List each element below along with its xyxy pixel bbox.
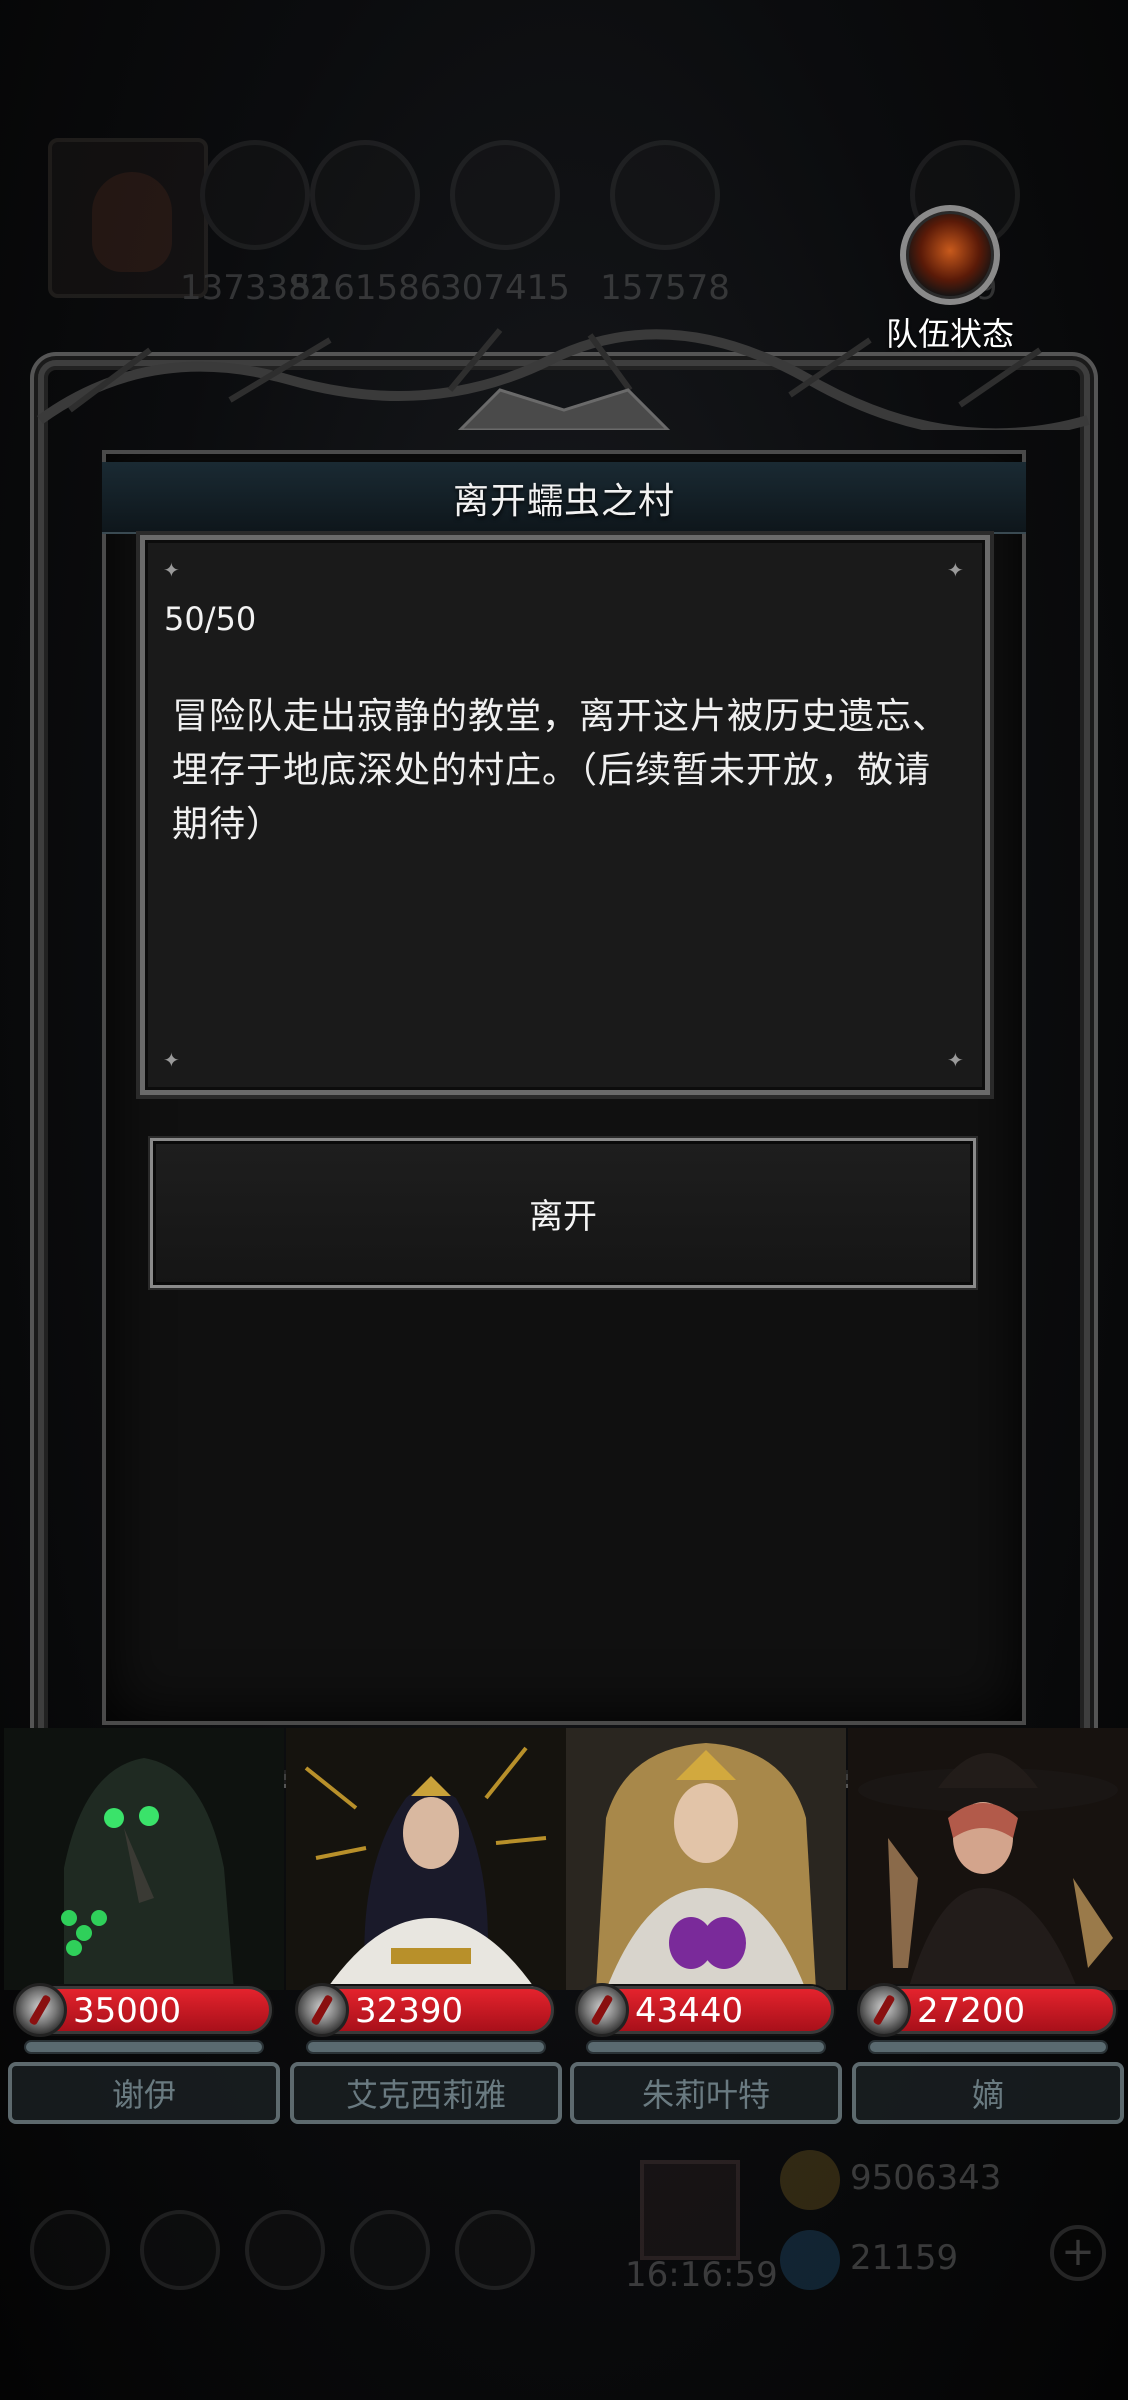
avatar-face xyxy=(92,172,172,272)
bottom-menu-bar: 16:16:59 9506343 21159 + xyxy=(0,2130,1128,2330)
sword-icon xyxy=(295,1983,349,2037)
story-text: 冒险队走出寂静的教堂，离开这片被历史遗忘、埋存于地底深处的村庄。（后续暂未开放，… xyxy=(172,696,950,845)
hp-value: 27200 xyxy=(917,1991,1026,2031)
story-progress: 50/50 xyxy=(164,600,257,638)
sparkle-icon: ✦ xyxy=(947,558,964,582)
dialog-title: 离开蠕虫之村 xyxy=(452,481,675,522)
energy-bar xyxy=(868,2040,1108,2054)
resource-value: 157578 xyxy=(600,268,730,308)
hero-card[interactable]: 27200 嫡 xyxy=(848,1728,1128,2128)
hero-portrait xyxy=(286,1728,566,1990)
hero-name: 艾克西莉雅 xyxy=(290,2062,562,2124)
thorn-ornament xyxy=(37,328,1090,430)
hero-card[interactable]: 35000 谢伊 xyxy=(4,1728,284,2128)
menu-icon[interactable] xyxy=(350,2210,430,2290)
hp-bar: 32390 xyxy=(295,1983,554,2037)
hp-value: 35000 xyxy=(73,1991,182,2031)
hero-card[interactable]: 43440 朱莉叶特 xyxy=(566,1728,846,2128)
energy-bar xyxy=(306,2040,546,2054)
hp-bar: 43440 xyxy=(575,1983,834,2037)
sword-icon xyxy=(857,1983,911,2037)
sparkle-icon: ✦ xyxy=(947,1048,964,1072)
resource-orb-icon xyxy=(610,140,720,250)
resource-value: 307415 xyxy=(440,268,570,308)
gem-icon xyxy=(780,2230,840,2290)
hero-card[interactable]: 32390 艾克西莉雅 xyxy=(286,1728,566,2128)
hp-bar: 27200 xyxy=(857,1983,1116,2037)
coin-icon xyxy=(780,2150,840,2210)
hero-roster: 35000 谢伊 32390 艾克西莉雅 43440 朱莉叶特 27200 嫡 xyxy=(0,1728,1128,2128)
hero-portrait xyxy=(848,1728,1128,1990)
menu-icon[interactable] xyxy=(140,2210,220,2290)
menu-icon[interactable] xyxy=(455,2210,535,2290)
hero-name: 嫡 xyxy=(852,2062,1124,2124)
sword-icon xyxy=(13,1983,67,2037)
hero-name: 谢伊 xyxy=(8,2062,280,2124)
sparkle-icon: ✦ xyxy=(163,1048,180,1072)
hero-portrait xyxy=(566,1728,846,1990)
resource-slot: 307415 xyxy=(430,140,580,308)
gift-icon[interactable] xyxy=(640,2160,740,2260)
energy-bar xyxy=(586,2040,826,2054)
hero-portrait xyxy=(4,1728,284,1990)
hp-bar: 35000 xyxy=(13,1983,272,2037)
resource-orb-icon xyxy=(310,140,420,250)
menu-icon[interactable] xyxy=(245,2210,325,2290)
hp-value: 43440 xyxy=(635,1991,744,2031)
gem-count: 21159 xyxy=(850,2238,959,2278)
hero-name: 朱莉叶特 xyxy=(570,2062,842,2124)
resource-slot: 157578 xyxy=(590,140,740,308)
energy-bar xyxy=(24,2040,264,2054)
resource-value: 5161586 xyxy=(290,268,442,308)
coin-count: 9506343 xyxy=(850,2158,1002,2198)
sparkle-icon: ✦ xyxy=(163,558,180,582)
resource-slot: 5161586 xyxy=(290,140,442,308)
leave-button[interactable]: 离开 xyxy=(150,1138,976,1288)
hp-value: 32390 xyxy=(355,1991,464,2031)
sword-icon xyxy=(575,1983,629,2037)
team-status-icon xyxy=(900,205,1000,305)
gift-timer: 16:16:59 xyxy=(625,2255,778,2295)
add-currency-button[interactable]: + xyxy=(1050,2225,1106,2281)
menu-icon[interactable] xyxy=(30,2210,110,2290)
resource-orb-icon xyxy=(450,140,560,250)
